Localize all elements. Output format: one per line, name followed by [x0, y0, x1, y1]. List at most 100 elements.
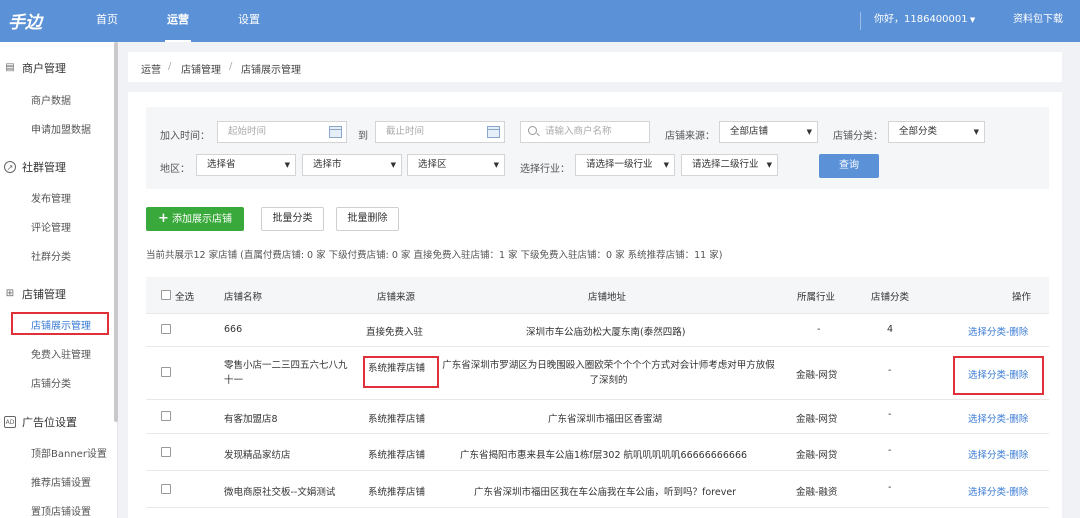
category-select[interactable]: 全部分类 ▼ [888, 121, 985, 143]
download-link[interactable]: 资料包下载 [1013, 0, 1063, 42]
row-checkbox[interactable] [161, 324, 171, 334]
store-name: 666 [224, 324, 243, 335]
highlight-box [953, 356, 1044, 395]
sidebar-item-publish[interactable]: 发布管理 [31, 190, 71, 205]
category-value: 全部分类 [899, 126, 938, 137]
search-icon [528, 126, 537, 135]
query-button[interactable]: 查询 [819, 154, 879, 178]
header-select-all[interactable]: 全选 [175, 289, 194, 303]
region-label: 地区： [160, 164, 190, 175]
breadcrumb-current: 店铺展示管理 [241, 65, 301, 76]
store-category: - [888, 365, 892, 376]
sidebar-item-store-category[interactable]: 店铺分类 [31, 375, 71, 390]
chevron-down-icon: ▼ [806, 128, 812, 136]
row-checkbox[interactable] [161, 447, 171, 457]
batch-category-button[interactable]: 批量分类 [261, 207, 324, 231]
select-category-delete-link[interactable]: 选择分类-删除 [968, 411, 1028, 425]
store-industry: 金融-网贷 [796, 414, 838, 425]
store-name: 零售小店一二三四五六七八九十一 [224, 360, 348, 386]
sidebar-item-franchise-applications[interactable]: 申请加盟数据 [31, 121, 91, 136]
category-label: 店铺分类： [833, 131, 883, 142]
user-menu[interactable]: 你好，1186400001 ▼ [874, 0, 975, 42]
sidebar-item-recommended[interactable]: 推荐店铺设置 [31, 474, 91, 489]
store-category: 4 [887, 324, 894, 335]
nav-settings[interactable]: 设置 [238, 0, 260, 42]
chevron-down-icon: ▼ [284, 161, 290, 169]
add-store-button[interactable]: + 添加展示店铺 [146, 207, 244, 231]
store-name: 微电商原社交板--文娟测试 [224, 487, 336, 498]
sidebar-item-comments[interactable]: 评论管理 [31, 219, 71, 234]
nav-operations[interactable]: 运营 [165, 0, 191, 42]
source-select[interactable]: 全部店铺 ▼ [719, 121, 818, 143]
province-select[interactable]: 选择省 ▼ [196, 154, 296, 176]
sidebar-item-community-category[interactable]: 社群分类 [31, 248, 71, 263]
sidebar-item-top-banner[interactable]: 顶部Banner设置 [31, 445, 107, 460]
city-value: 选择市 [313, 159, 342, 170]
top-navbar: 手边 首页 运营 设置 你好，1186400001 ▼ 资料包下载 [0, 0, 1080, 42]
store-address: 广东省深圳市福田区香蜜湖 [548, 414, 663, 425]
chevron-down-icon: ▼ [766, 161, 772, 169]
city-select[interactable]: 选择市 ▼ [302, 154, 402, 176]
sidebar-group-label: 店铺管理 [22, 288, 66, 301]
store-source: 系统推荐店铺 [368, 450, 426, 461]
source-label: 店铺来源： [665, 131, 715, 142]
select-all-checkbox[interactable] [161, 290, 171, 300]
calendar-icon[interactable] [487, 126, 500, 138]
sidebar-group-ads[interactable]: AD 广告位设置 [0, 414, 114, 434]
header-store-name: 店铺名称 [224, 292, 263, 303]
ad-icon: AD [4, 416, 16, 428]
industry-level2-value: 请选择二级行业 [692, 159, 759, 170]
merchant-search-input[interactable]: 请输入商户名称 [520, 121, 650, 143]
store-industry: 金融-网贷 [796, 450, 838, 461]
industry-label: 选择行业： [520, 164, 570, 175]
breadcrumb-item[interactable]: 店铺管理 [181, 61, 221, 76]
chevron-down-icon: ▼ [390, 161, 396, 169]
industry-level2-select[interactable]: 请选择二级行业 ▼ [681, 154, 778, 176]
row-checkbox[interactable] [161, 367, 171, 377]
sidebar: ▤ 商户管理 商户数据 申请加盟数据 ↗ 社群管理 发布管理 评论管理 社群分类… [0, 42, 118, 518]
store-category: - [888, 409, 892, 420]
breadcrumb: 运营 / 店铺管理 / 店铺展示管理 [128, 52, 1062, 82]
sidebar-group-label: 社群管理 [22, 161, 66, 174]
batch-delete-button[interactable]: 批量删除 [336, 207, 399, 231]
row-divider [146, 346, 1049, 347]
compass-icon: ↗ [4, 161, 16, 173]
sidebar-item-pinned[interactable]: 置顶店铺设置 [31, 503, 91, 518]
start-date-input[interactable]: 起始时间 [217, 121, 347, 143]
header-store-source: 店铺来源 [377, 292, 416, 303]
brand-logo[interactable]: 手边 [8, 8, 42, 33]
store-category: - [888, 445, 892, 456]
row-divider [146, 433, 1049, 434]
grid-icon: ⊞ [5, 288, 15, 299]
sidebar-scrollbar[interactable] [114, 42, 118, 422]
select-category-delete-link[interactable]: 选择分类-删除 [968, 447, 1028, 461]
select-category-delete-link[interactable]: 选择分类-删除 [968, 324, 1028, 338]
plus-icon: + [158, 211, 169, 226]
industry-level1-select[interactable]: 请选择一级行业 ▼ [575, 154, 675, 176]
add-store-label: 添加展示店铺 [171, 214, 232, 225]
row-divider [146, 507, 1049, 508]
row-divider [146, 313, 1049, 314]
sidebar-group-merchant[interactable]: ▤ 商户管理 [0, 60, 114, 80]
sidebar-group-community[interactable]: ↗ 社群管理 [0, 159, 114, 179]
select-category-delete-link[interactable]: 选择分类-删除 [968, 484, 1028, 498]
sidebar-item-free-entry[interactable]: 免费入驻管理 [31, 346, 91, 361]
header-actions: 操作 [1012, 292, 1032, 303]
nav-home[interactable]: 首页 [96, 0, 118, 42]
row-checkbox[interactable] [161, 484, 171, 494]
sidebar-item-merchant-data[interactable]: 商户数据 [31, 92, 71, 107]
store-name: 有客加盟店8 [224, 414, 278, 425]
district-select[interactable]: 选择区 ▼ [407, 154, 505, 176]
end-date-input[interactable]: 截止时间 [375, 121, 505, 143]
user-greeting: 你好，1186400001 [874, 14, 968, 25]
store-address: 广东省揭阳市惠来县车公庙1栋f层302 航叽叽叽叽叽66666666666 [460, 450, 748, 461]
calendar-icon[interactable] [329, 126, 342, 138]
row-checkbox[interactable] [161, 411, 171, 421]
sidebar-group-store[interactable]: ⊞ 店铺管理 [0, 286, 114, 306]
breadcrumb-item[interactable]: 运营 [141, 61, 161, 76]
source-value: 全部店铺 [730, 126, 769, 137]
store-source: 系统推荐店铺 [368, 487, 426, 498]
store-address: 深圳市车公庙劲松大厦东南(泰然四路) [526, 327, 686, 338]
breadcrumb-separator: / [168, 61, 172, 72]
store-industry: 金融-网贷 [796, 370, 838, 381]
